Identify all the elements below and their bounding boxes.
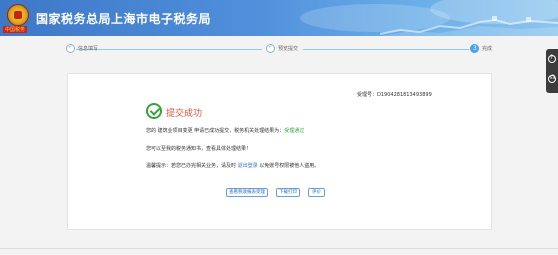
footer-divider [0, 248, 558, 249]
question-icon[interactable]: ? [548, 54, 556, 63]
result-card: 受理号：D1904281813493899 提交成功 您的 建筑业项目变更 申请… [67, 73, 492, 230]
tip-prefix: 温馨提示：若您已办完相关业务，请及时 [146, 163, 237, 169]
evaluate-button[interactable]: 评价 [308, 188, 325, 197]
great-wall-graphic [380, 16, 558, 36]
page: 中国税务 国家税务总局上海市电子税务局 ? ☊ 信息填写 预览提交 3 完成 受… [0, 0, 558, 255]
tip-suffix: 以免账号权限被他人盗用。 [259, 163, 320, 169]
result-message: 您的 建筑业项目变更 申请已成功提交，税务机关处理结果为：受理通过 [146, 127, 304, 134]
step-1-check-icon [66, 43, 75, 53]
headset-icon[interactable]: ☊ [548, 74, 556, 83]
tip-message: 温馨提示：若您已办完相关业务，请及时 退出登录 以免账号权限被他人盗用。 [146, 162, 319, 169]
logout-link[interactable]: 退出登录 [238, 163, 258, 169]
view-document-button[interactable]: 查看税收报表受理 [226, 188, 268, 197]
step-2-check-icon [266, 43, 275, 53]
side-toolbar: ? ☊ [546, 49, 558, 93]
step-connector [76, 49, 262, 50]
step-1-label: 信息填写 [78, 46, 99, 52]
step-3-label: 完成 [482, 46, 493, 52]
result-message-text: 您的 建筑业项目变更 申请已成功提交，税务机关处理结果为： [146, 128, 285, 134]
progress-stepper: 信息填写 预览提交 3 完成 [66, 43, 496, 56]
step-3-number: 3 [470, 44, 479, 53]
step-2-label: 预览提交 [278, 46, 299, 52]
result-status: 受理通过 [284, 128, 305, 134]
tax-emblem-icon [7, 4, 29, 26]
site-title: 国家税务总局上海市电子税务局 [36, 12, 212, 26]
success-title: 提交成功 [166, 109, 203, 119]
notice-message: 您可以至我的税务通知书，查看具体处理结果！ [146, 146, 252, 152]
header-banner: 中国税务 国家税务总局上海市电子税务局 [0, 0, 558, 36]
accept-number: 受理号：D1904281813493899 [357, 92, 432, 98]
step-3-number-text: 3 [473, 45, 477, 52]
step-connector [303, 49, 469, 50]
emblem-label: 中国税务 [3, 26, 28, 33]
success-check-icon [146, 103, 162, 119]
download-print-button[interactable]: 下载打印 [276, 188, 300, 197]
